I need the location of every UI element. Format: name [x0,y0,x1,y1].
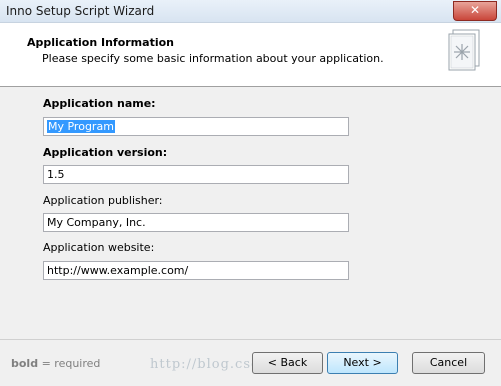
required-note-bold: bold [11,357,39,370]
app-publisher-label: Application publisher: [43,194,163,207]
app-version-label: Application version: [43,146,168,159]
app-name-label: Application name: [43,97,156,110]
app-name-value: My Program [47,120,115,133]
window-title: Inno Setup Script Wizard [6,4,155,18]
page-title: Application Information [27,36,174,49]
app-website-label: Application website: [43,241,155,254]
app-website-value: http://www.example.com/ [47,264,189,277]
app-publisher-input[interactable]: My Company, Inc. [43,213,349,232]
app-publisher-value: My Company, Inc. [47,216,146,229]
required-note-rest: = required [38,357,101,370]
close-button[interactable]: ✕ [453,1,497,21]
next-button[interactable]: Next > [327,352,398,374]
app-version-input[interactable]: 1.5 [43,165,349,184]
page-subtitle: Please specify some basic information ab… [42,52,384,65]
app-version-value: 1.5 [47,168,65,181]
title-bar: Inno Setup Script Wizard ✕ [0,0,501,23]
required-note: bold = required [11,357,100,370]
wizard-header: Application Information Please specify s… [0,23,501,87]
footer-separator [0,339,501,340]
wizard-page-icon [448,29,480,71]
app-name-input[interactable]: My Program [43,117,349,136]
cancel-button[interactable]: Cancel [412,352,485,374]
form-area: Application name: My Program Application… [0,87,501,340]
app-website-input[interactable]: http://www.example.com/ [43,261,349,280]
back-button[interactable]: < Back [252,352,323,374]
